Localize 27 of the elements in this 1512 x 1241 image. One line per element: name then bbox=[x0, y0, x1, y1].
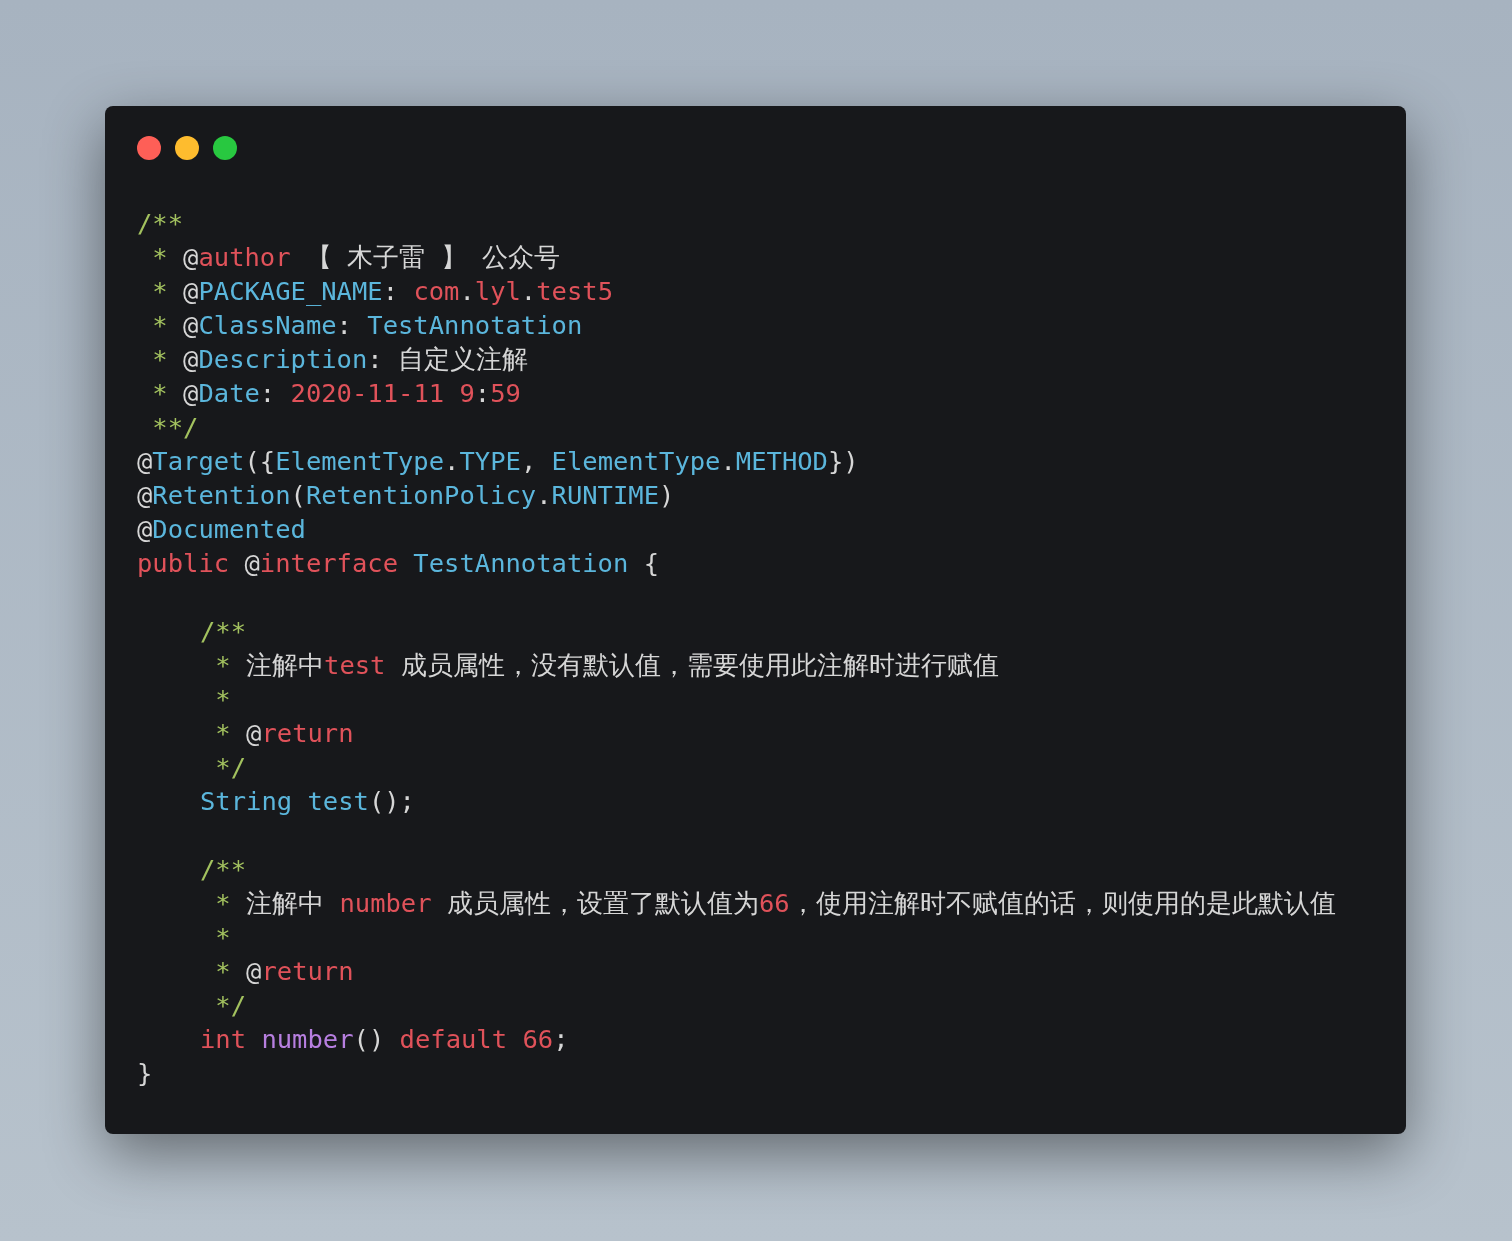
code-line: public @interface TestAnnotation { bbox=[137, 547, 661, 580]
code-line: * bbox=[214, 683, 232, 716]
code-line: * @PACKAGE_NAME: com.lyl.test5 bbox=[151, 275, 614, 308]
code-line: int number() default 66; bbox=[200, 1023, 570, 1056]
code-line: @Documented bbox=[137, 513, 307, 546]
code-line: **/ bbox=[151, 411, 200, 444]
code-line: */ bbox=[214, 989, 248, 1022]
zoom-button[interactable] bbox=[213, 136, 237, 160]
code-line: /** bbox=[200, 615, 248, 648]
code-line: */ bbox=[214, 751, 248, 784]
close-button[interactable] bbox=[137, 136, 161, 160]
code-line: * @return bbox=[214, 717, 355, 750]
code-line: * @Description: 自定义注解 bbox=[151, 343, 530, 376]
code-line: * @ClassName: TestAnnotation bbox=[151, 309, 584, 342]
code-line: /** bbox=[137, 207, 185, 240]
code-line: String test(); bbox=[200, 785, 416, 818]
code-line: * 注解中test 成员属性，没有默认值，需要使用此注解时进行赋值 bbox=[214, 649, 1000, 682]
code-line: @Target({ElementType.TYPE, ElementType.METHOD}) bbox=[137, 445, 860, 478]
code-line: @Retention(RetentionPolicy.RUNTIME) bbox=[137, 479, 676, 512]
code-line: } bbox=[137, 1057, 154, 1090]
code-line: * bbox=[214, 921, 232, 954]
code-line: * @Date: 2020-11-11 9:59 bbox=[151, 377, 522, 410]
minimize-button[interactable] bbox=[175, 136, 199, 160]
code-line: /** bbox=[200, 853, 248, 886]
code-line: * 注解中 number 成员属性，设置了默认值为66，使用注解时不赋值的话，则使用的是此默认值 bbox=[214, 887, 1337, 920]
code-line: * @author 【 木子雷 】 公众号 bbox=[151, 241, 561, 274]
code-line: * @return bbox=[214, 955, 355, 988]
